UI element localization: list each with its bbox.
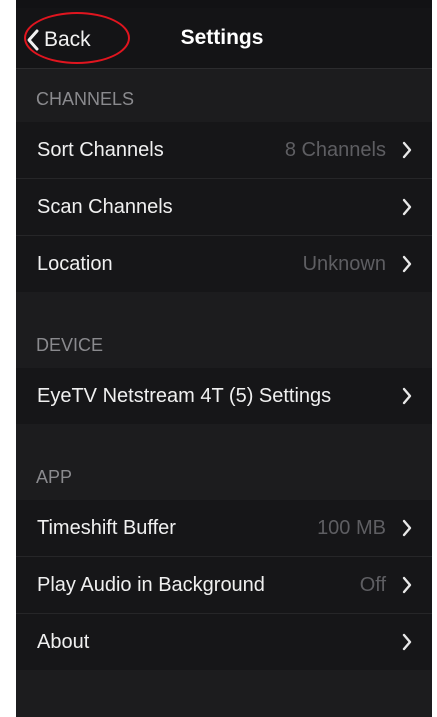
row-sort-channels[interactable]: Sort Channels 8 Channels	[16, 122, 432, 179]
section-header-app: APP	[16, 448, 432, 500]
chevron-right-icon	[402, 255, 412, 273]
page-title-text: Settings	[180, 26, 264, 49]
row-value: 100 MB	[317, 517, 386, 539]
section-header-label: APP	[36, 467, 73, 487]
row-label: Timeshift Buffer	[37, 517, 176, 539]
row-value: Unknown	[302, 253, 386, 275]
row-location[interactable]: Location Unknown	[16, 236, 432, 292]
row-device-settings[interactable]: EyeTV Netstream 4T (5) Settings	[16, 368, 432, 424]
section-header-device: DEVICE	[16, 316, 432, 368]
row-play-audio-background[interactable]: Play Audio in Background Off	[16, 557, 432, 614]
section-header-channels: CHANNELS	[16, 70, 432, 122]
row-label: Location	[37, 253, 113, 275]
row-about[interactable]: About	[16, 614, 432, 670]
chevron-right-icon	[402, 576, 412, 594]
page-title: Settings	[16, 8, 432, 68]
chevron-right-icon	[402, 519, 412, 537]
settings-screen: Back Settings CHANNELS Sort Channels 8 C…	[16, 0, 432, 717]
chevron-right-icon	[402, 141, 412, 159]
section-header-label: DEVICE	[36, 335, 104, 355]
row-label: About	[37, 631, 90, 653]
chevron-right-icon	[402, 198, 412, 216]
chevron-right-icon	[402, 387, 412, 405]
row-value: Off	[359, 574, 386, 596]
chevron-right-icon	[402, 633, 412, 651]
section-header-label: CHANNELS	[36, 89, 135, 109]
row-label: Sort Channels	[37, 139, 164, 161]
row-label: Play Audio in Background	[37, 574, 265, 596]
status-bar	[16, 0, 432, 8]
row-label: Scan Channels	[37, 196, 173, 218]
row-timeshift-buffer[interactable]: Timeshift Buffer 100 MB	[16, 500, 432, 557]
row-scan-channels[interactable]: Scan Channels	[16, 179, 432, 236]
row-label: EyeTV Netstream 4T (5) Settings	[37, 385, 332, 407]
row-value: 8 Channels	[284, 139, 386, 161]
